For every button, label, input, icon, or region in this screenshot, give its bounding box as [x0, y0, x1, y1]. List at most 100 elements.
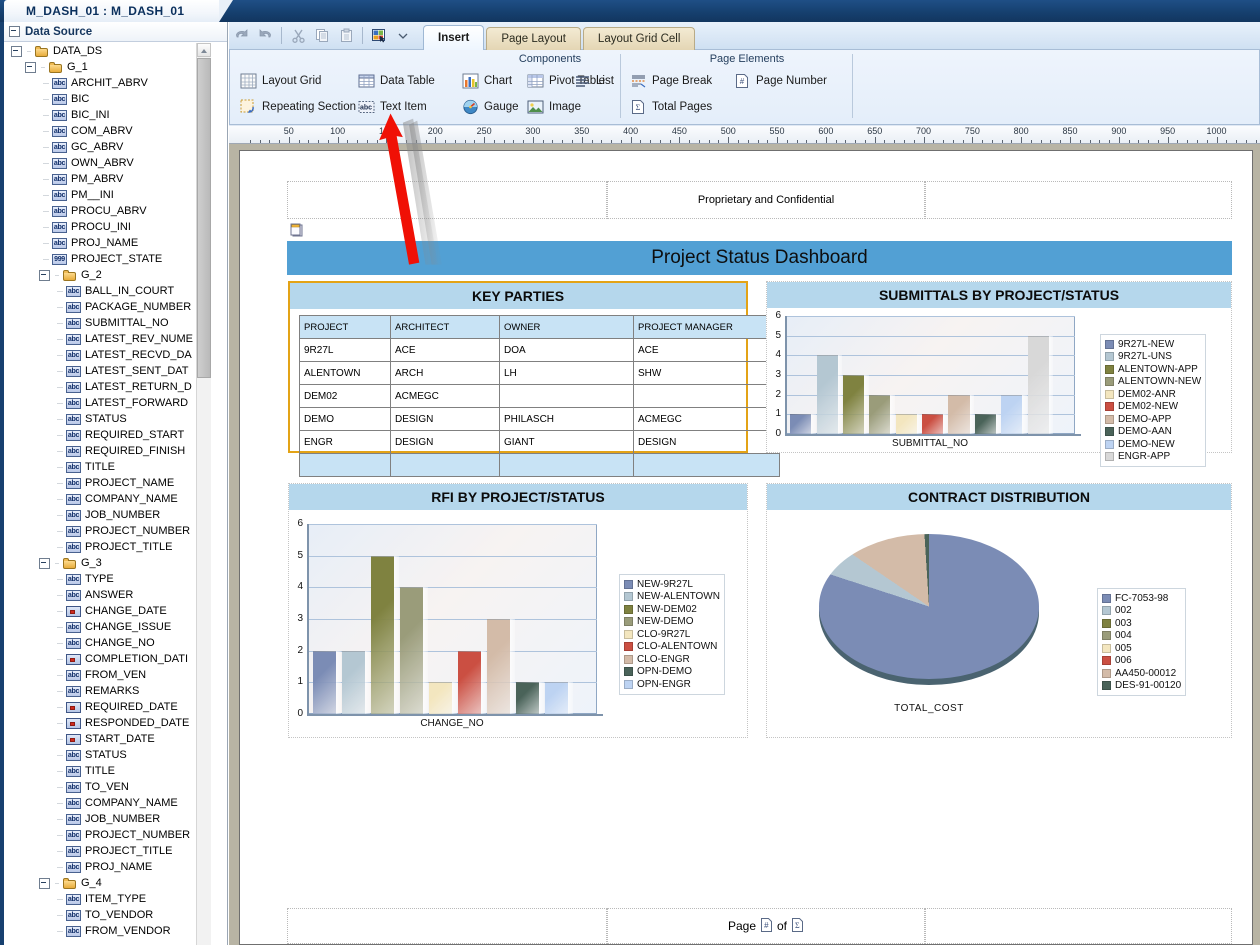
scroll-thumb[interactable]	[197, 58, 211, 378]
copy-button[interactable]	[310, 25, 334, 47]
table-row[interactable]	[300, 454, 780, 477]
ribbon-item-chart[interactable]: Chart	[462, 68, 519, 94]
tree-item[interactable]: ···abcANSWER	[5, 587, 212, 603]
tree-item[interactable]: ···abcTO_VENDOR	[5, 907, 212, 923]
tree-item[interactable]: ··DATA_DS	[5, 43, 212, 59]
tree-item[interactable]: ···abcREQUIRED_START	[5, 427, 212, 443]
tree-item[interactable]: ···abcTITLE	[5, 459, 212, 475]
canvas-area[interactable]: Proprietary and Confidential Project Sta…	[229, 144, 1260, 945]
tree-item[interactable]: ···abcCOM_ABRV	[5, 123, 212, 139]
tree-item[interactable]: ···abcBIC	[5, 91, 212, 107]
theme-button[interactable]	[367, 25, 391, 47]
tree-item[interactable]: ···abcTYPE	[5, 571, 212, 587]
tree-toggle-icon[interactable]	[39, 558, 50, 569]
tree-toggle-icon[interactable]	[39, 270, 50, 281]
tree-toggle-icon[interactable]	[39, 878, 50, 889]
tree-item[interactable]: ···abcLATEST_RETURN_D	[5, 379, 212, 395]
footer-cell-right[interactable]	[925, 908, 1232, 944]
tree-toggle-icon[interactable]	[11, 46, 22, 57]
ribbon-item-page-break[interactable]: Page Break	[630, 68, 712, 94]
collapse-icon[interactable]	[9, 26, 20, 37]
tree-item[interactable]: ···abcPROCU_INI	[5, 219, 212, 235]
ribbon-tabs[interactable]: InsertPage LayoutLayout Grid Cell	[423, 22, 697, 50]
theme-dropdown-arrow-icon[interactable]	[391, 25, 415, 47]
tree-item[interactable]: ···abcPROJECT_NUMBER	[5, 523, 212, 539]
tree-toggle-icon[interactable]	[25, 62, 36, 73]
tree-item[interactable]: ···abcTO_VEN	[5, 779, 212, 795]
ribbon-item-image[interactable]: Image	[527, 94, 605, 120]
tree-item[interactable]: ···abcBALL_IN_COURT	[5, 283, 212, 299]
contract-chart-panel[interactable]: CONTRACT DISTRIBUTION TOTAL_COSTFC-7053-…	[766, 483, 1232, 738]
tree-item[interactable]: ···abcPROJECT_NAME	[5, 475, 212, 491]
tree-item[interactable]: ···abcPROJECT_TITLE	[5, 843, 212, 859]
page-number-icon[interactable]: #	[760, 918, 773, 935]
tree-item[interactable]: ···abcTITLE	[5, 763, 212, 779]
table-row[interactable]: ALENTOWNARCHLHSHW	[300, 362, 780, 385]
tree-item[interactable]: ···abcSTATUS	[5, 747, 212, 763]
header-cell-center[interactable]: Proprietary and Confidential	[607, 181, 925, 219]
tree-item[interactable]: ···START_DATE	[5, 731, 212, 747]
tab-insert[interactable]: Insert	[423, 25, 484, 50]
tree-item[interactable]: ···abcLATEST_RECVD_DA	[5, 347, 212, 363]
tree-item[interactable]: ···abcCOMPANY_NAME	[5, 795, 212, 811]
tree-item[interactable]: ···abcPROJ_NAME	[5, 859, 212, 875]
header-cell-left[interactable]	[287, 181, 607, 219]
table-row[interactable]: DEMODESIGNPHILASCHACMEGC	[300, 408, 780, 431]
total-pages-icon[interactable]: Σ	[791, 918, 804, 935]
tree-item[interactable]: ···REQUIRED_DATE	[5, 699, 212, 715]
tree-item[interactable]: ···abcPACKAGE_NUMBER	[5, 299, 212, 315]
tree-item[interactable]: ··G_3	[5, 555, 212, 571]
tree-item[interactable]: ···abcOWN_ABRV	[5, 155, 212, 171]
table-row[interactable]: ENGRDESIGNGIANTDESIGN	[300, 431, 780, 454]
tree-item[interactable]: ···999PROJECT_STATE	[5, 251, 212, 267]
tree-item[interactable]: ···abcFROM_VENDOR	[5, 923, 212, 939]
undo-button[interactable]	[229, 25, 253, 47]
tree-scrollbar[interactable]	[196, 43, 211, 945]
tree-item[interactable]: ··G_4	[5, 875, 212, 891]
tree-item[interactable]: ···abcLATEST_FORWARD	[5, 395, 212, 411]
footer-cell-center[interactable]: Page # of Σ	[607, 908, 925, 944]
tree-item[interactable]: ···abcCHANGE_NO	[5, 635, 212, 651]
tree-item[interactable]: ···abcFROM_VEN	[5, 667, 212, 683]
tree-item[interactable]: ···abcPROCU_ABRV	[5, 203, 212, 219]
tree-item[interactable]: ···abcLATEST_SENT_DAT	[5, 363, 212, 379]
ribbon-item-list[interactable]: List	[574, 68, 614, 94]
redo-button[interactable]	[253, 25, 277, 47]
tree-item[interactable]: ···abcJOB_NUMBER	[5, 507, 212, 523]
tree-item[interactable]: ···abcBIC_INI	[5, 107, 212, 123]
dashboard-title[interactable]: Project Status Dashboard	[287, 241, 1232, 275]
cut-button[interactable]	[286, 25, 310, 47]
tree-item[interactable]: ···abcSTATUS	[5, 411, 212, 427]
report-page[interactable]: Proprietary and Confidential Project Sta…	[239, 150, 1253, 945]
ribbon-item-gauge[interactable]: Gauge	[462, 94, 519, 120]
tree-item[interactable]: ··G_1	[5, 59, 212, 75]
tree-item[interactable]: ···abcPM_ABRV	[5, 171, 212, 187]
tab-page-layout[interactable]: Page Layout	[486, 27, 581, 50]
data-source-tree[interactable]: ··DATA_DS··G_1···abcARCHIT_ABRV···abcBIC…	[5, 43, 212, 945]
key-parties-panel[interactable]: KEY PARTIES PROJECTARCHITECTOWNERPROJECT…	[288, 281, 748, 453]
tree-item[interactable]: ···CHANGE_DATE	[5, 603, 212, 619]
tree-item[interactable]: ···abcPROJECT_NUMBER	[5, 827, 212, 843]
tree-item[interactable]: ···abcPM__INI	[5, 187, 212, 203]
report-section-icon[interactable]	[288, 223, 304, 237]
tab-layout-grid-cell[interactable]: Layout Grid Cell	[583, 27, 695, 50]
tree-item[interactable]: ···RESPONDED_DATE	[5, 715, 212, 731]
ribbon-item-total-pages[interactable]: Σ Total Pages	[630, 94, 712, 120]
table-row[interactable]: DEM02ACMEGC	[300, 385, 780, 408]
rfi-chart-panel[interactable]: RFI BY PROJECT/STATUS 0123456CHANGE_NONE…	[288, 483, 748, 738]
tree-item[interactable]: ···COMPLETION_DATI	[5, 651, 212, 667]
tree-item[interactable]: ···abcJOB_NUMBER	[5, 811, 212, 827]
key-parties-table[interactable]: PROJECTARCHITECTOWNERPROJECT MANAGER 9R2…	[299, 315, 780, 477]
table-row[interactable]: 9R27LACEDOAACE	[300, 339, 780, 362]
submittals-chart-panel[interactable]: SUBMITTALS BY PROJECT/STATUS 0123456SUBM…	[766, 281, 1232, 453]
tree-item[interactable]: ···abcGC_ABRV	[5, 139, 212, 155]
tree-item[interactable]: ··G_2	[5, 267, 212, 283]
document-tab[interactable]: M_DASH_01 : M_DASH_01	[4, 0, 219, 22]
tree-item[interactable]: ···abcLATEST_REV_NUME	[5, 331, 212, 347]
tree-item[interactable]: ···abcCHANGE_ISSUE	[5, 619, 212, 635]
tree-item[interactable]: ···abcITEM_TYPE	[5, 891, 212, 907]
tree-item[interactable]: ···abcREQUIRED_FINISH	[5, 443, 212, 459]
header-cell-right[interactable]	[925, 181, 1232, 219]
scroll-up-arrow-icon[interactable]	[197, 43, 211, 57]
paste-button[interactable]	[334, 25, 358, 47]
